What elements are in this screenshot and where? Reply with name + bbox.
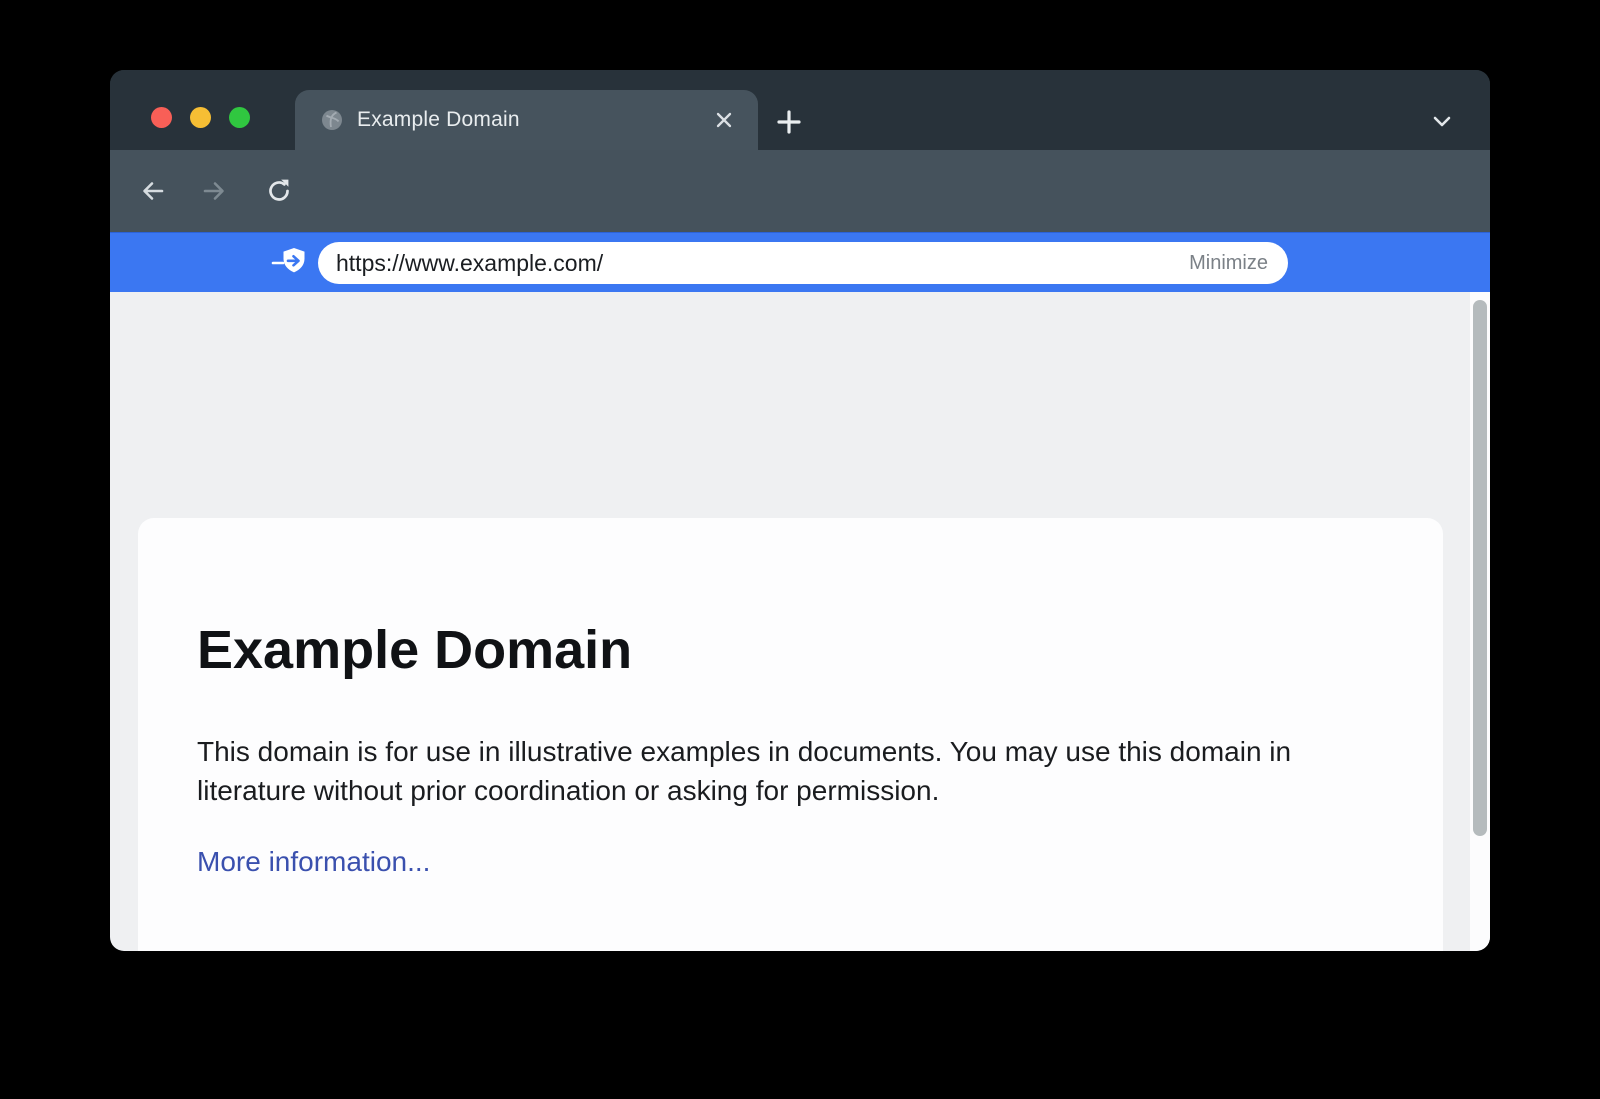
forward-icon[interactable]: [199, 150, 229, 232]
page-title: Example Domain: [197, 618, 1384, 682]
page-viewport: Example Domain This domain is for use in…: [110, 292, 1490, 951]
browser-window: Example Domain: [110, 70, 1490, 951]
isolation-url-pill: Minimize: [318, 242, 1288, 284]
back-icon[interactable]: [138, 150, 168, 232]
tab-strip: Example Domain: [110, 70, 1490, 150]
tab-example-domain[interactable]: Example Domain: [295, 90, 758, 150]
scrollbar-thumb[interactable]: [1473, 300, 1487, 836]
minimize-button[interactable]: Minimize: [1169, 242, 1288, 284]
scrollbar-track[interactable]: [1470, 292, 1490, 951]
tab-title: Example Domain: [357, 90, 520, 150]
reload-icon[interactable]: [264, 150, 294, 232]
minimize-window-button[interactable]: [190, 107, 211, 128]
close-window-button[interactable]: [151, 107, 172, 128]
page-paragraph: This domain is for use in illustrative e…: [197, 732, 1362, 810]
isolation-url-input[interactable]: [318, 242, 1098, 284]
more-information-link[interactable]: More information...: [197, 846, 430, 878]
zoom-window-button[interactable]: [229, 107, 250, 128]
tab-search-chevron-icon[interactable]: [1428, 108, 1456, 136]
page-body-card: Example Domain This domain is for use in…: [138, 518, 1443, 951]
isolation-bar: Minimize: [110, 232, 1490, 292]
shield-arrow-icon: [270, 246, 312, 280]
browser-toolbar: browser-beta.cloudflareaccess.com/... C: [110, 150, 1490, 232]
globe-favicon-icon: [321, 109, 343, 131]
new-tab-button[interactable]: [774, 107, 804, 137]
desktop-background: Example Domain: [0, 0, 1600, 1099]
tab-close-icon[interactable]: [712, 108, 736, 132]
